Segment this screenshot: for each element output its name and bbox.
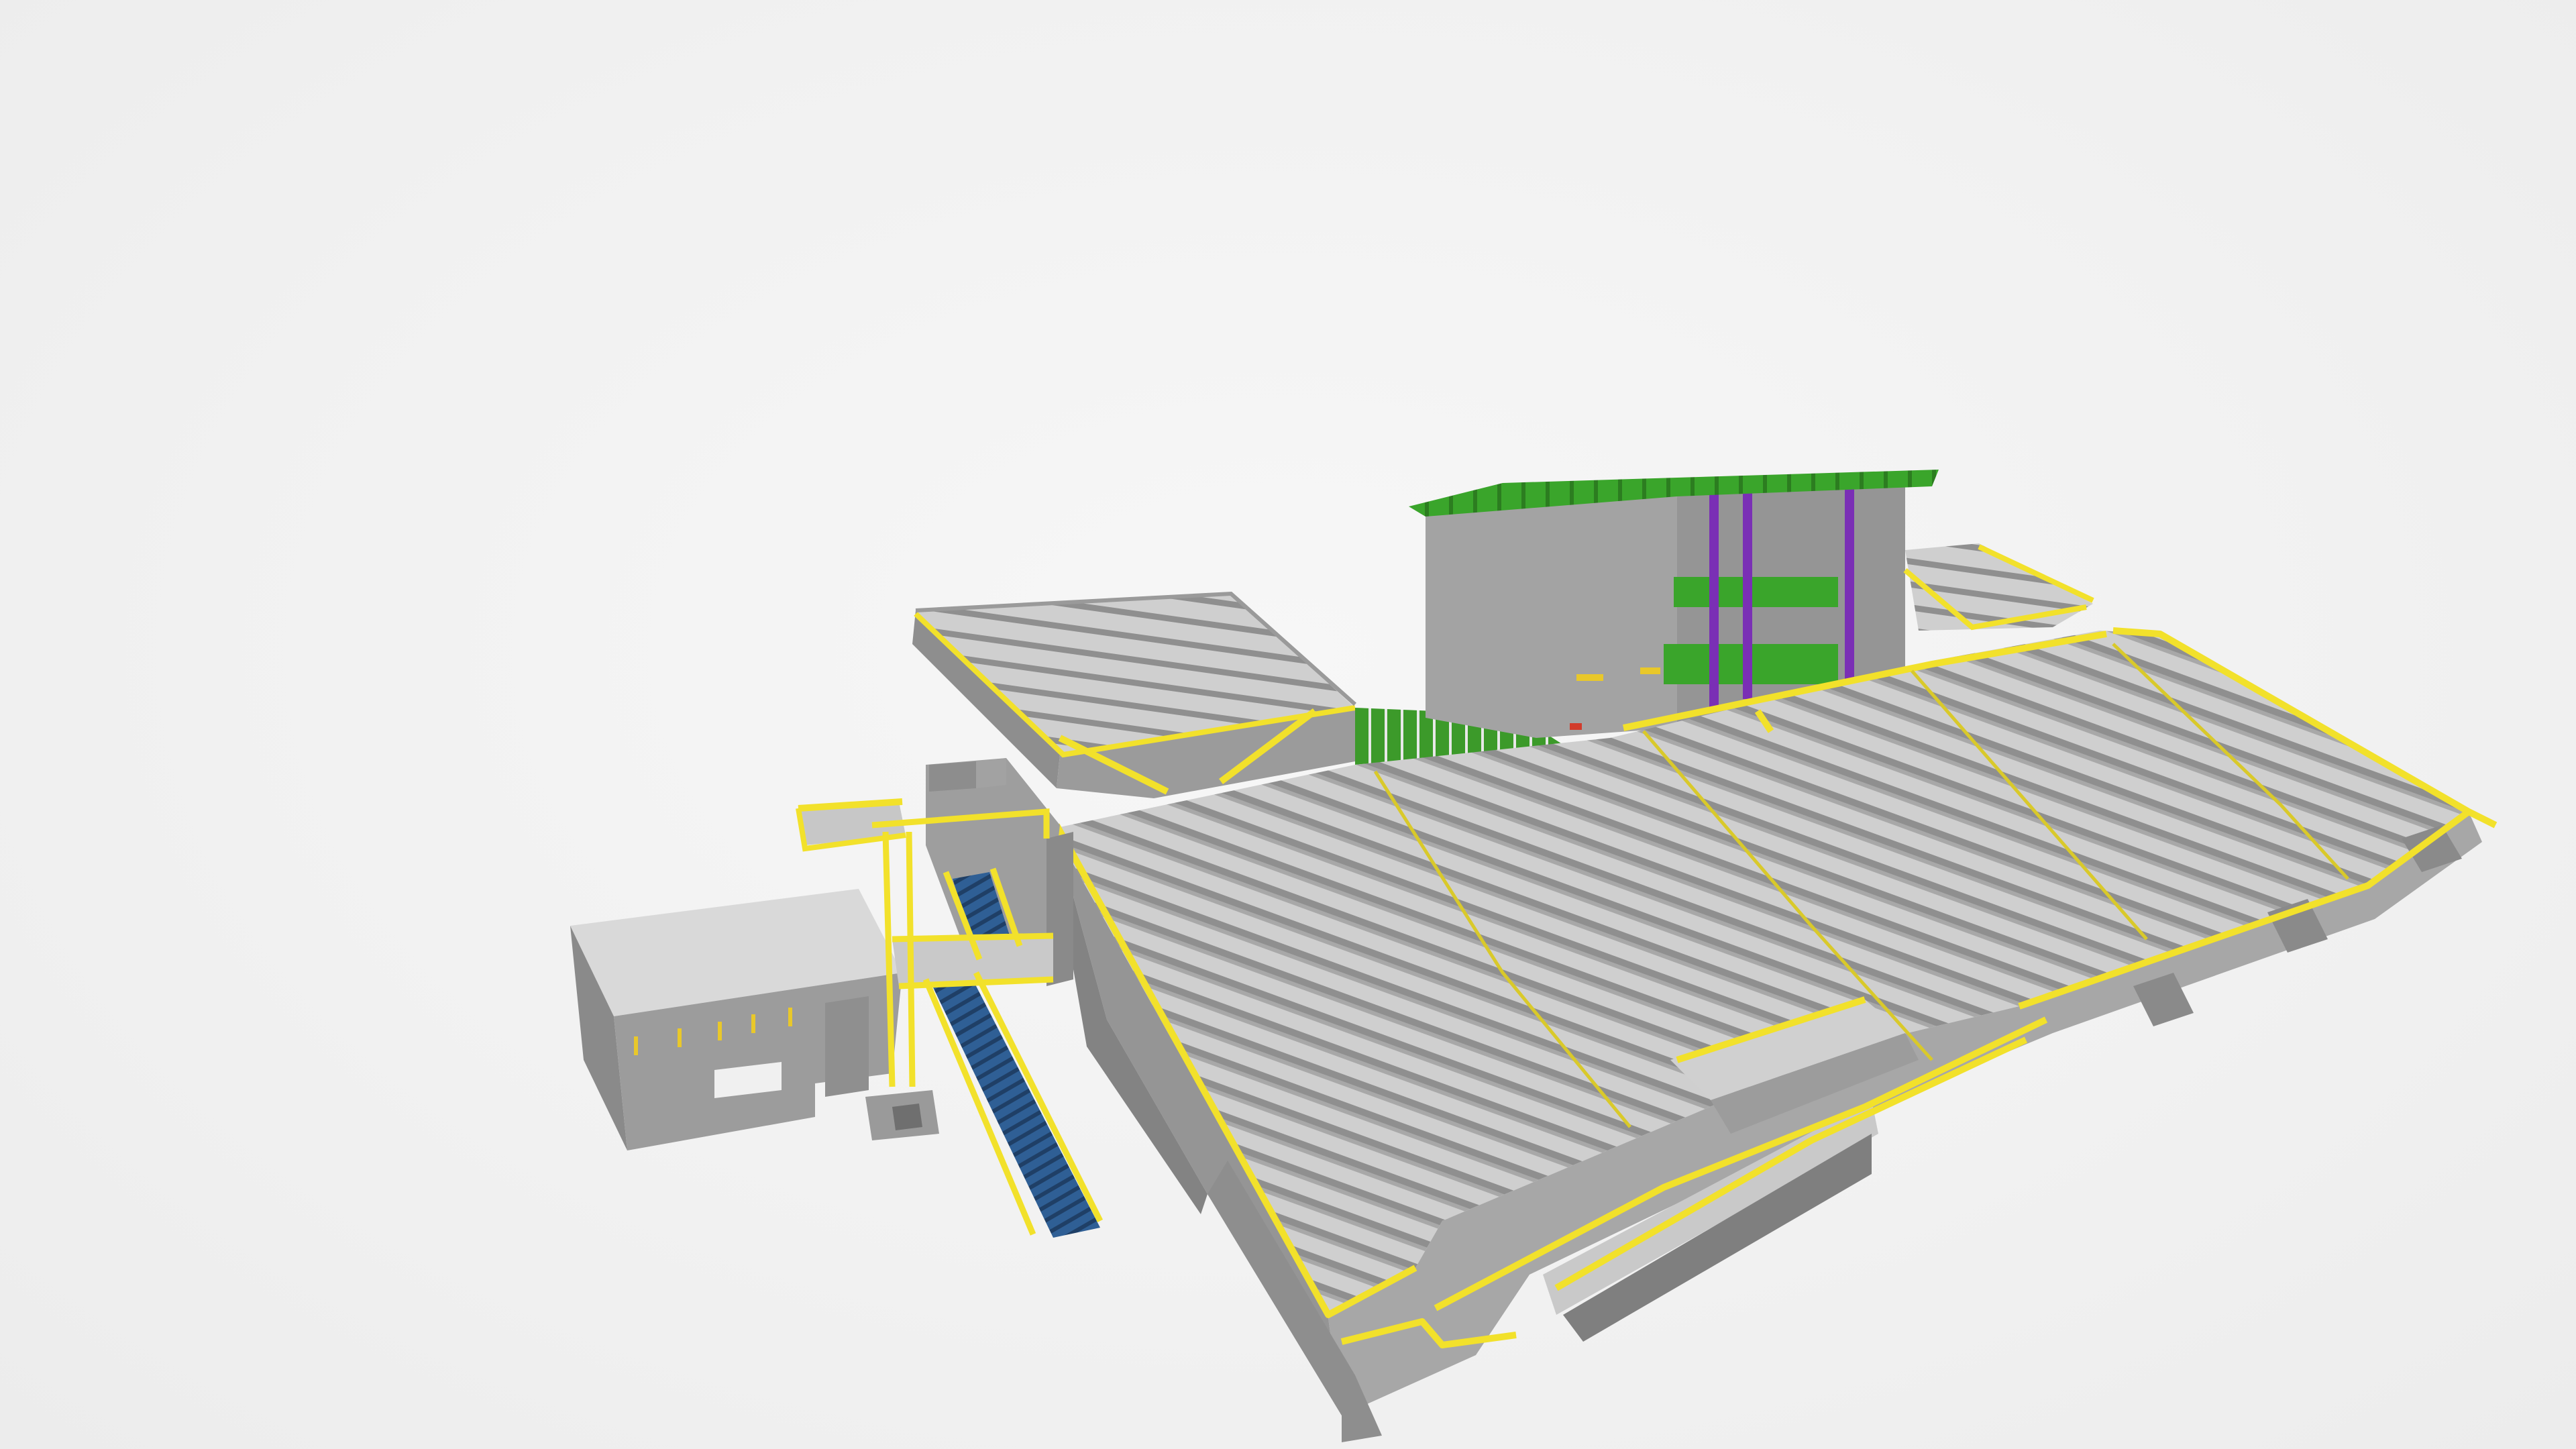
floor-deck-upper [1674, 577, 1838, 607]
low-building[interactable] [570, 889, 902, 1150]
steel-column [1709, 486, 1719, 708]
3d-viewport[interactable] [0, 0, 2576, 1449]
right-upper-stand[interactable] [1903, 543, 2094, 631]
stadium-model[interactable] [0, 0, 2576, 1449]
steel-column [1743, 484, 1752, 699]
steel-column [1845, 480, 1854, 681]
